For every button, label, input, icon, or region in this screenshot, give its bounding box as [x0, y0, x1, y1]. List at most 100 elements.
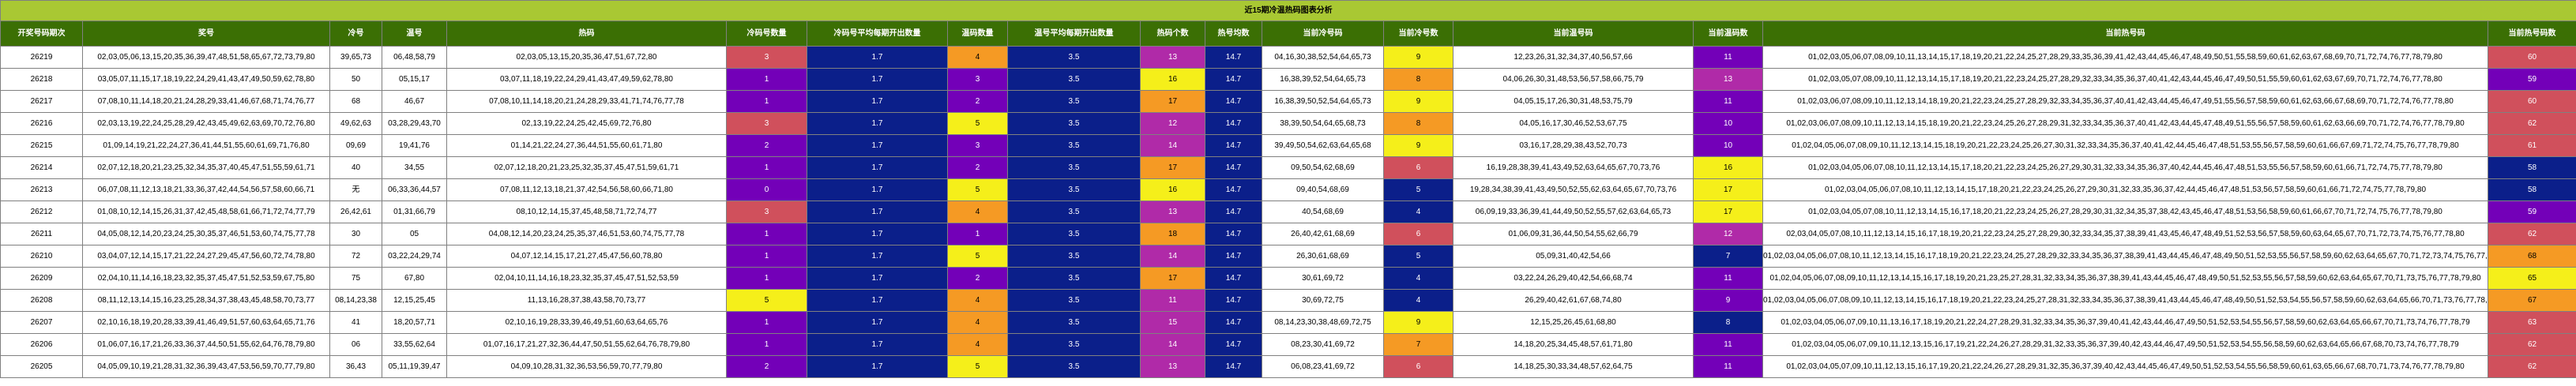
current-warm-count-cell[interactable]: 10 [1693, 134, 1763, 157]
current-cold-cell[interactable]: 30,69,72,75 [1262, 289, 1384, 312]
period-cell[interactable]: 26212 [0, 200, 83, 223]
hot-avg-cell[interactable]: 14.7 [1205, 156, 1262, 179]
warm-count-cell[interactable]: 2 [947, 90, 1008, 113]
warm-avg-cell[interactable]: 3.5 [1007, 46, 1141, 69]
hot-numbers-cell[interactable]: 07,08,10,11,14,18,20,21,24,28,29,33,41,7… [446, 90, 727, 113]
warm-numbers-cell[interactable]: 05 [382, 223, 447, 245]
warm-numbers-cell[interactable]: 06,48,58,79 [382, 46, 447, 69]
draw-numbers-cell[interactable]: 02,10,16,18,19,20,28,33,39,41,46,49,51,5… [82, 311, 330, 334]
current-hot-count-cell[interactable]: 62 [2487, 333, 2576, 356]
warm-count-cell[interactable]: 4 [947, 333, 1008, 356]
period-cell[interactable]: 26209 [0, 267, 83, 290]
column-header[interactable]: 当前热号码数 [2487, 21, 2576, 47]
hot-count-cell[interactable]: 16 [1140, 68, 1205, 91]
table-row[interactable]: 26205 04,05,09,10,19,21,28,31,32,36,39,43… [0, 355, 2576, 378]
cold-avg-cell[interactable]: 1.7 [807, 156, 948, 179]
column-header[interactable]: 当前温号码 [1453, 21, 1694, 47]
hot-avg-cell[interactable]: 14.7 [1205, 333, 1262, 356]
current-warm-cell[interactable]: 14,18,20,25,34,45,48,57,61,71,80 [1453, 333, 1694, 356]
current-cold-cell[interactable]: 39,49,50,54,62,63,64,65,68 [1262, 134, 1384, 157]
draw-numbers-cell[interactable]: 03,04,07,12,14,15,17,21,22,24,27,29,45,4… [82, 245, 330, 268]
table-row[interactable]: 26211 04,05,08,12,14,20,23,24,25,30,35,37… [0, 223, 2576, 245]
hot-count-cell[interactable]: 16 [1140, 178, 1205, 201]
warm-avg-cell[interactable]: 3.5 [1007, 267, 1141, 290]
current-warm-cell[interactable]: 19,28,34,38,39,41,43,49,50,52,55,62,63,6… [1453, 178, 1694, 201]
current-cold-cell[interactable]: 26,40,42,61,68,69 [1262, 223, 1384, 245]
current-warm-cell[interactable]: 14,18,25,30,33,34,48,57,62,64,75 [1453, 355, 1694, 378]
current-hot-count-cell[interactable]: 58 [2487, 156, 2576, 179]
current-warm-cell[interactable]: 26,29,40,42,61,67,68,74,80 [1453, 289, 1694, 312]
warm-numbers-cell[interactable]: 34,55 [382, 156, 447, 179]
cold-numbers-cell[interactable]: 无 [329, 178, 382, 201]
current-warm-cell[interactable]: 01,06,09,31,36,44,50,54,55,62,66,79 [1453, 223, 1694, 245]
period-cell[interactable]: 26210 [0, 245, 83, 268]
column-header[interactable]: 热码个数 [1140, 21, 1205, 47]
cold-count-cell[interactable]: 2 [726, 355, 807, 378]
current-warm-cell[interactable]: 12,23,26,31,32,34,37,40,56,57,66 [1453, 46, 1694, 69]
column-header[interactable]: 冷号 [329, 21, 382, 47]
warm-numbers-cell[interactable]: 03,22,24,29,74 [382, 245, 447, 268]
current-warm-cell[interactable]: 04,06,26,30,31,48,53,56,57,58,66,75,79 [1453, 68, 1694, 91]
current-warm-count-cell[interactable]: 11 [1693, 90, 1763, 113]
column-header[interactable]: 温号 [382, 21, 447, 47]
current-warm-cell[interactable]: 16,19,28,38,39,41,43,49,52,63,64,65,67,7… [1453, 156, 1694, 179]
table-row[interactable]: 26216 02,03,13,19,22,24,25,28,29,42,43,45… [0, 112, 2576, 135]
warm-count-cell[interactable]: 4 [947, 289, 1008, 312]
warm-avg-cell[interactable]: 3.5 [1007, 112, 1141, 135]
current-cold-cell[interactable]: 04,16,30,38,52,54,64,65,73 [1262, 46, 1384, 69]
current-cold-count-cell[interactable]: 8 [1383, 68, 1453, 91]
current-warm-count-cell[interactable]: 11 [1693, 46, 1763, 69]
cold-count-cell[interactable]: 1 [726, 223, 807, 245]
cold-numbers-cell[interactable]: 41 [329, 311, 382, 334]
column-header[interactable]: 冷码号平均每期开出数量 [807, 21, 948, 47]
hot-numbers-cell[interactable]: 02,13,19,22,24,25,42,45,69,72,76,80 [446, 112, 727, 135]
current-warm-count-cell[interactable]: 17 [1693, 178, 1763, 201]
warm-numbers-cell[interactable]: 06,33,36,44,57 [382, 178, 447, 201]
warm-numbers-cell[interactable]: 03,28,29,43,70 [382, 112, 447, 135]
hot-count-cell[interactable]: 17 [1140, 90, 1205, 113]
current-cold-count-cell[interactable]: 4 [1383, 289, 1453, 312]
hot-count-cell[interactable]: 15 [1140, 311, 1205, 334]
current-hot-cell[interactable]: 01,02,03,06,07,08,09,10,11,12,13,14,15,1… [1762, 112, 2488, 135]
hot-avg-cell[interactable]: 14.7 [1205, 68, 1262, 91]
cold-avg-cell[interactable]: 1.7 [807, 134, 948, 157]
current-hot-count-cell[interactable]: 59 [2487, 68, 2576, 91]
current-warm-cell[interactable]: 04,05,15,17,26,30,31,48,53,75,79 [1453, 90, 1694, 113]
table-row[interactable]: 26215 01,09,14,19,21,22,24,27,36,41,44,51… [0, 134, 2576, 157]
column-header[interactable]: 奖号 [82, 21, 330, 47]
current-cold-count-cell[interactable]: 4 [1383, 267, 1453, 290]
current-hot-count-cell[interactable]: 62 [2487, 355, 2576, 378]
table-row[interactable]: 26213 06,07,08,11,12,13,18,21,33,36,37,42… [0, 178, 2576, 201]
period-cell[interactable]: 26211 [0, 223, 83, 245]
hot-count-cell[interactable]: 13 [1140, 355, 1205, 378]
cold-count-cell[interactable]: 1 [726, 68, 807, 91]
warm-avg-cell[interactable]: 3.5 [1007, 134, 1141, 157]
current-warm-count-cell[interactable]: 13 [1693, 68, 1763, 91]
cold-numbers-cell[interactable]: 09,69 [329, 134, 382, 157]
current-cold-cell[interactable]: 09,50,54,62,68,69 [1262, 156, 1384, 179]
current-warm-count-cell[interactable]: 12 [1693, 223, 1763, 245]
current-hot-cell[interactable]: 01,02,03,05,06,07,08,09,10,11,13,14,15,1… [1762, 46, 2488, 69]
current-cold-cell[interactable]: 30,61,69,72 [1262, 267, 1384, 290]
warm-numbers-cell[interactable]: 67,80 [382, 267, 447, 290]
table-row[interactable]: 26218 03,05,07,11,15,17,18,19,22,24,29,41… [0, 68, 2576, 91]
column-header[interactable]: 温号平均每期开出数量 [1007, 21, 1141, 47]
warm-avg-cell[interactable]: 3.5 [1007, 90, 1141, 113]
hot-numbers-cell[interactable]: 02,03,05,13,15,20,35,36,47,51,67,72,80 [446, 46, 727, 69]
period-cell[interactable]: 26215 [0, 134, 83, 157]
current-cold-cell[interactable]: 38,39,50,54,64,65,68,73 [1262, 112, 1384, 135]
current-warm-cell[interactable]: 06,09,19,33,36,39,41,44,49,50,52,55,57,6… [1453, 200, 1694, 223]
cold-avg-cell[interactable]: 1.7 [807, 200, 948, 223]
warm-count-cell[interactable]: 5 [947, 112, 1008, 135]
hot-count-cell[interactable]: 13 [1140, 200, 1205, 223]
current-cold-count-cell[interactable]: 9 [1383, 134, 1453, 157]
hot-avg-cell[interactable]: 14.7 [1205, 355, 1262, 378]
warm-avg-cell[interactable]: 3.5 [1007, 156, 1141, 179]
warm-count-cell[interactable]: 4 [947, 46, 1008, 69]
warm-numbers-cell[interactable]: 19,41,76 [382, 134, 447, 157]
cold-avg-cell[interactable]: 1.7 [807, 223, 948, 245]
column-header[interactable]: 温码数量 [947, 21, 1008, 47]
warm-avg-cell[interactable]: 3.5 [1007, 68, 1141, 91]
warm-numbers-cell[interactable]: 12,15,25,45 [382, 289, 447, 312]
warm-count-cell[interactable]: 4 [947, 311, 1008, 334]
